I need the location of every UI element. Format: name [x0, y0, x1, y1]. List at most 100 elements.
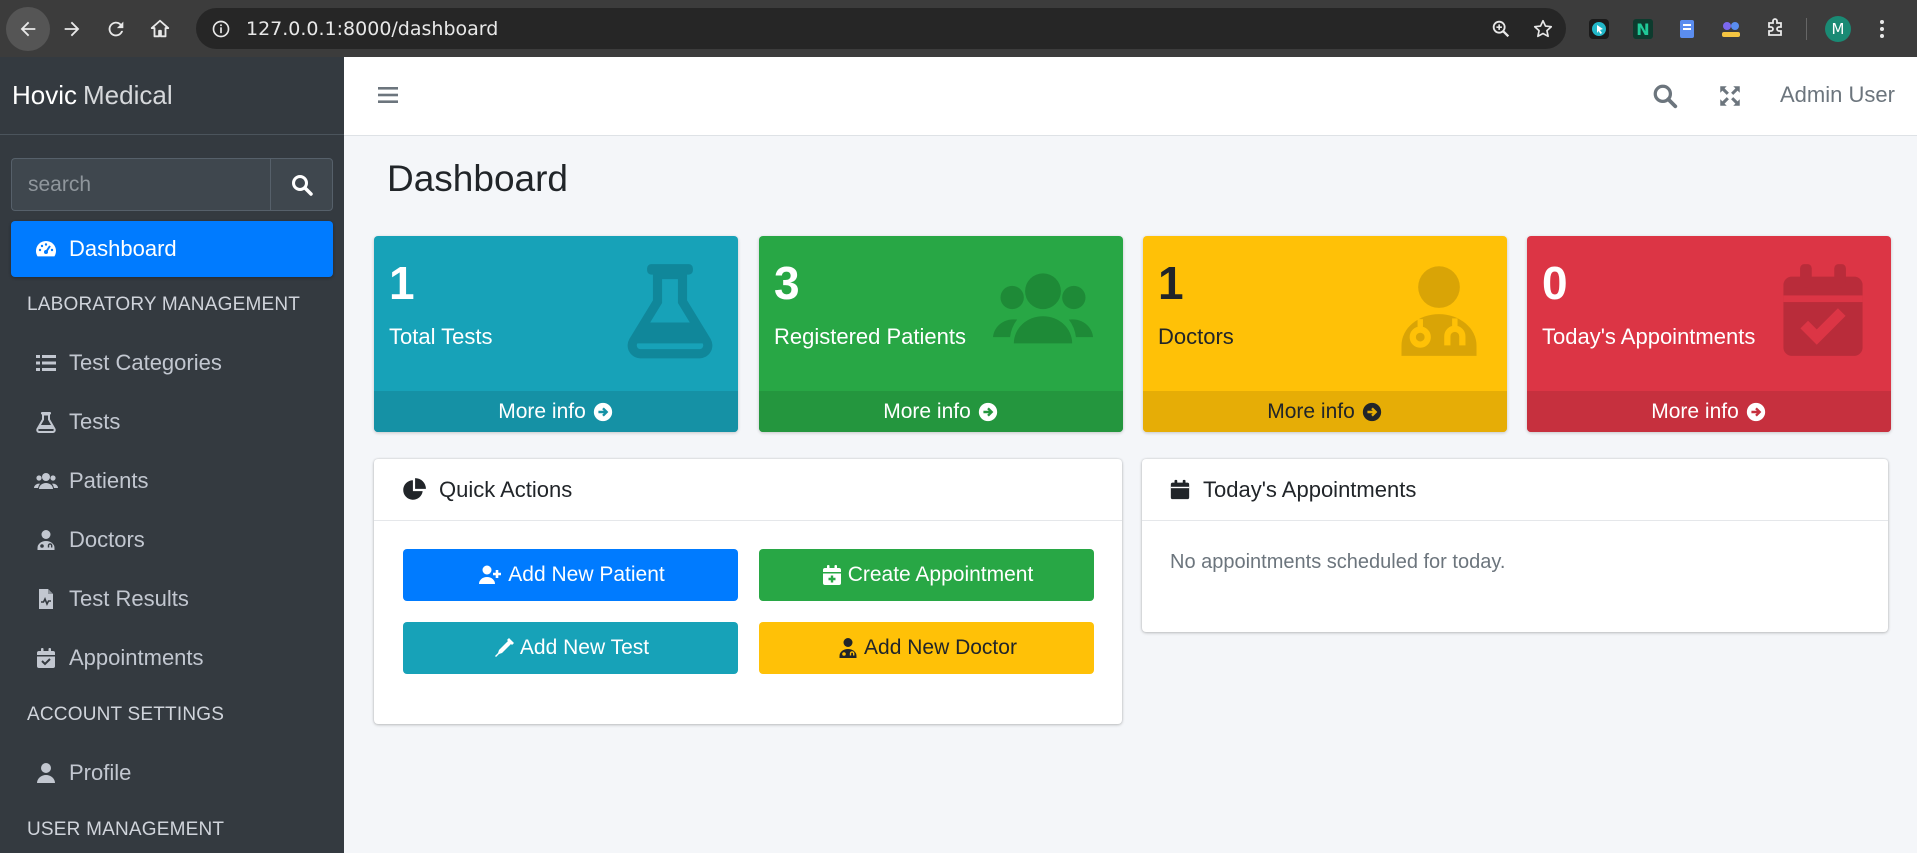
- sidebar-header-user-management: USER MANAGEMENT: [27, 819, 225, 840]
- list-icon: [33, 350, 59, 376]
- sidebar-item-profile[interactable]: Profile: [11, 743, 333, 802]
- sidebar-header-account: ACCOUNT SETTINGS: [27, 704, 225, 725]
- page-title: Dashboard: [387, 158, 569, 199]
- sidebar-item-dashboard[interactable]: Dashboard: [11, 221, 333, 277]
- more-info-label: More info: [883, 399, 971, 423]
- search-icon: [291, 174, 313, 196]
- user-plus-icon: [479, 565, 502, 584]
- extension-people-icon[interactable]: [1718, 16, 1744, 42]
- sidebar-item-label: Test Results: [69, 585, 189, 611]
- url-text: 127.0.0.1:8000/dashboard: [246, 17, 499, 40]
- hamburger-icon[interactable]: [376, 83, 400, 107]
- doctor-icon: [33, 527, 59, 553]
- no-appointments-message: No appointments scheduled for today.: [1170, 551, 1506, 573]
- arrow-circle-right-icon: [978, 402, 997, 421]
- fullscreen-expand-icon[interactable]: [1717, 83, 1743, 109]
- home-icon: [150, 19, 170, 37]
- create-appointment-button[interactable]: Create Appointment: [759, 549, 1094, 601]
- sidebar-item-label: Dashboard: [69, 236, 177, 261]
- sidebar-search-input[interactable]: [11, 158, 270, 211]
- todays-appointments-card: Today's Appointments No appointments sch…: [1142, 459, 1888, 632]
- brand-link[interactable]: Hovic Medical: [0, 57, 344, 135]
- more-info-link[interactable]: More info: [1527, 391, 1891, 432]
- syringe-icon: [494, 638, 514, 657]
- quick-actions-title: Quick Actions: [439, 476, 573, 502]
- home-button[interactable]: [138, 7, 182, 51]
- add-new-doctor-button[interactable]: Add New Doctor: [759, 622, 1094, 674]
- sidebar-header-laboratory: LABORATORY MANAGEMENT: [27, 294, 301, 315]
- address-bar[interactable]: 127.0.0.1:8000/dashboard: [196, 8, 1566, 49]
- stat-box-registered-patients: 3 Registered Patients More info: [759, 236, 1123, 432]
- extensions-puzzle-icon[interactable]: [1762, 16, 1788, 42]
- sidebar-menu: Dashboard LABORATORY MANAGEMENT Test Cat…: [11, 221, 333, 853]
- stat-box-todays-appointments: 0 Today's Appointments More info: [1527, 236, 1891, 432]
- stat-label: Today's Appointments: [1542, 324, 1756, 349]
- calendar-plus-icon: [822, 565, 841, 585]
- navbar-search-icon[interactable]: [1652, 83, 1678, 109]
- site-info-icon[interactable]: [210, 18, 232, 40]
- more-info-label: More info: [498, 399, 586, 423]
- arrow-circle-right-icon: [593, 402, 612, 421]
- doctor-icon: [839, 638, 857, 658]
- sidebar-item-test-results[interactable]: Test Results: [11, 569, 333, 628]
- arrow-right-icon: [64, 21, 80, 36]
- calendar-icon: [1170, 479, 1190, 499]
- sidebar-item-label: Appointments: [69, 644, 204, 670]
- browser-toolbar: 127.0.0.1:8000/dashboard N M: [0, 0, 1917, 57]
- stat-value: 1: [389, 257, 415, 309]
- zoom-icon[interactable]: [1490, 18, 1512, 40]
- bookmark-star-icon[interactable]: [1532, 18, 1554, 40]
- admin-user-menu[interactable]: Admin User: [1780, 82, 1895, 108]
- more-info-link[interactable]: More info: [759, 391, 1123, 432]
- extension-docs-icon[interactable]: [1674, 16, 1700, 42]
- sidebar-item-label: Doctors: [69, 526, 145, 552]
- doctor-icon: [1401, 266, 1477, 356]
- add-new-patient-button[interactable]: Add New Patient: [403, 549, 738, 601]
- sidebar-item-appointments[interactable]: Appointments: [11, 628, 333, 687]
- extension-n-icon[interactable]: N: [1630, 16, 1656, 42]
- arrow-left-icon: [20, 21, 36, 36]
- reload-icon: [108, 21, 124, 36]
- arrow-circle-right-icon: [1362, 402, 1381, 421]
- todays-appointments-title: Today's Appointments: [1203, 476, 1417, 502]
- button-label: Add New Doctor: [864, 636, 1017, 659]
- arrow-circle-right-icon: [1746, 402, 1765, 421]
- quick-actions-header: Quick Actions: [374, 459, 1122, 521]
- users-icon: [33, 468, 59, 494]
- stat-boxes: 1 Total Tests More info 3 Registered Pat…: [374, 236, 1891, 432]
- flask-icon: [33, 409, 59, 435]
- brand-name-light: Medical: [83, 80, 173, 110]
- stat-box-doctors: 1 Doctors More info: [1143, 236, 1507, 432]
- extension-cursor-icon[interactable]: [1586, 16, 1612, 42]
- calendar-check-icon: [1783, 264, 1863, 356]
- sidebar-item-tests[interactable]: Tests: [11, 392, 333, 451]
- stat-value: 0: [1542, 257, 1568, 309]
- more-info-link[interactable]: More info: [374, 391, 738, 432]
- more-info-label: More info: [1651, 399, 1739, 423]
- stat-box-total-tests: 1 Total Tests More info: [374, 236, 738, 432]
- add-new-test-button[interactable]: Add New Test: [403, 622, 738, 674]
- button-label: Add New Test: [519, 636, 650, 659]
- browser-menu-icon[interactable]: [1869, 16, 1895, 42]
- quick-actions-card: Quick Actions Add New Patient Create App…: [374, 459, 1122, 724]
- sidebar-item-label: Profile: [69, 759, 132, 785]
- sidebar-item-patients[interactable]: Patients: [11, 451, 333, 510]
- more-info-link[interactable]: More info: [1143, 391, 1507, 432]
- tachometer-icon: [33, 236, 59, 262]
- sidebar-search-button[interactable]: [270, 158, 333, 211]
- brand-name-bold: Hovic: [12, 80, 78, 110]
- svg-text:N: N: [1636, 20, 1649, 39]
- pie-chart-icon: [403, 477, 426, 500]
- sidebar-item-test-categories[interactable]: Test Categories: [11, 333, 333, 392]
- profile-avatar[interactable]: M: [1825, 15, 1851, 42]
- calendar-check-icon: [33, 645, 59, 671]
- top-navbar: Admin User: [344, 57, 1917, 136]
- file-medical-icon: [33, 586, 59, 612]
- forward-button[interactable]: [50, 7, 94, 51]
- reload-button[interactable]: [94, 7, 138, 51]
- button-label: Add New Patient: [508, 563, 665, 586]
- sidebar-item-doctors[interactable]: Doctors: [11, 510, 333, 569]
- back-button[interactable]: [6, 6, 50, 51]
- button-label: Create Appointment: [847, 563, 1034, 586]
- sidebar-item-label: Tests: [69, 408, 121, 434]
